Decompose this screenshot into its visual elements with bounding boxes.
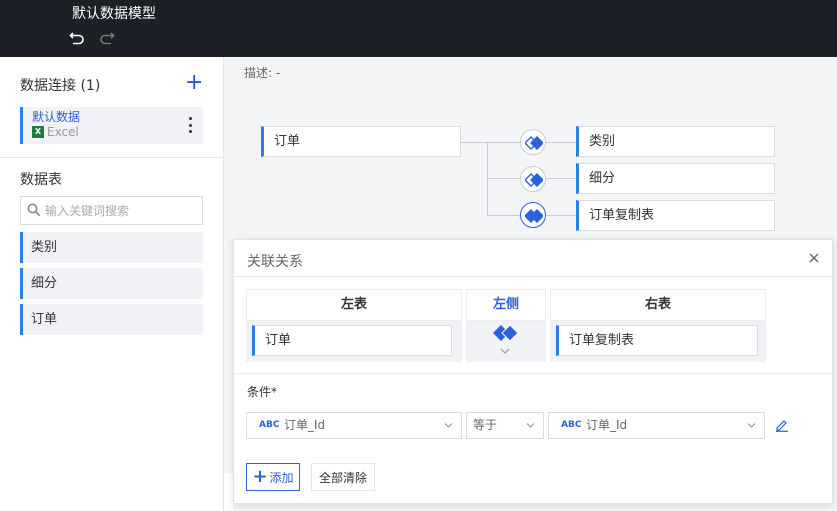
connector-line: [546, 178, 576, 179]
connector-line: [546, 142, 576, 143]
panel-divider: [234, 276, 832, 277]
model-description: 描述: -: [244, 66, 281, 80]
operator-select[interactable]: 等于: [466, 412, 544, 439]
chevron-down-icon[interactable]: [500, 347, 510, 355]
string-type-icon: ABC: [259, 420, 280, 430]
canvas-strip: [224, 473, 233, 511]
condition-label: 条件*: [247, 385, 278, 399]
panel-divider: [234, 373, 832, 374]
join-column: 左侧: [466, 289, 546, 362]
sidebar-table-item[interactable]: 订单: [20, 304, 203, 335]
chevron-down-icon: [444, 423, 453, 428]
connector-line: [546, 215, 576, 216]
chevron-down-icon: [747, 423, 756, 428]
close-icon[interactable]: [808, 252, 820, 264]
root-table-node[interactable]: 订单: [261, 126, 461, 157]
join-header: 左侧: [466, 289, 546, 321]
string-type-icon: ABC: [561, 420, 582, 430]
connection-name: 默认数据: [32, 110, 81, 124]
connection-item[interactable]: 默认数据 X Excel: [20, 107, 203, 144]
child-table-node[interactable]: 类别: [576, 126, 775, 157]
model-title: 默认数据模型: [72, 6, 156, 22]
left-table-box[interactable]: 订单: [252, 325, 452, 356]
connection-type: X Excel: [32, 125, 79, 139]
right-field-select[interactable]: ABC 订单_Id: [548, 412, 765, 439]
plus-icon: +: [252, 466, 268, 487]
left-table-column: 左表 订单: [246, 289, 462, 362]
tables-heading: 数据表: [20, 172, 62, 188]
excel-icon: X: [32, 126, 44, 138]
undo-icon[interactable]: [69, 30, 85, 46]
left-field-select[interactable]: ABC 订单_Id: [246, 412, 462, 439]
child-table-node[interactable]: 细分: [576, 163, 775, 194]
sidebar-table-item[interactable]: 类别: [20, 232, 203, 263]
right-field-value: 订单_Id: [586, 418, 628, 432]
join-type-icon[interactable]: [520, 202, 546, 228]
join-type-icon[interactable]: [520, 166, 546, 192]
left-join-icon[interactable]: [492, 324, 520, 342]
add-label: 添加: [269, 470, 294, 485]
connector-line: [487, 215, 520, 216]
sidebar: 数据连接 (1) + 默认数据 X Excel 数据表 类别 细分 订单: [0, 57, 224, 511]
left-field-value: 订单_Id: [284, 418, 326, 432]
connector-line: [461, 142, 520, 143]
connection-type-label: Excel: [47, 125, 79, 139]
connections-heading: 数据连接 (1): [20, 78, 101, 94]
right-table-column: 右表 订单复制表: [550, 289, 766, 362]
redo-icon[interactable]: [99, 30, 115, 46]
add-connection-button[interactable]: +: [185, 72, 203, 94]
search-input[interactable]: [45, 200, 195, 221]
table-search: [20, 196, 203, 225]
join-type-icon[interactable]: [520, 129, 546, 155]
child-table-node[interactable]: 订单复制表: [576, 200, 775, 231]
edit-icon[interactable]: [775, 418, 789, 432]
relation-panel: 关联关系 左表 订单 左侧 右表 订单复制表 条件* ABC 订单_Id 等于 …: [233, 239, 833, 504]
right-table-header: 右表: [550, 289, 766, 321]
sidebar-table-item[interactable]: 细分: [20, 268, 203, 299]
right-table-box[interactable]: 订单复制表: [556, 325, 758, 356]
top-bar: 默认数据模型: [0, 0, 837, 57]
sidebar-divider: [0, 157, 223, 158]
connector-line: [487, 178, 520, 179]
add-condition-button[interactable]: + 添加: [246, 463, 300, 491]
more-options-icon[interactable]: [187, 117, 193, 133]
chevron-down-icon: [526, 423, 535, 428]
clear-all-button[interactable]: 全部清除: [311, 463, 375, 491]
panel-title: 关联关系: [247, 254, 303, 270]
left-table-header: 左表: [246, 289, 462, 321]
search-icon: [27, 203, 41, 217]
operator-value: 等于: [473, 418, 498, 432]
